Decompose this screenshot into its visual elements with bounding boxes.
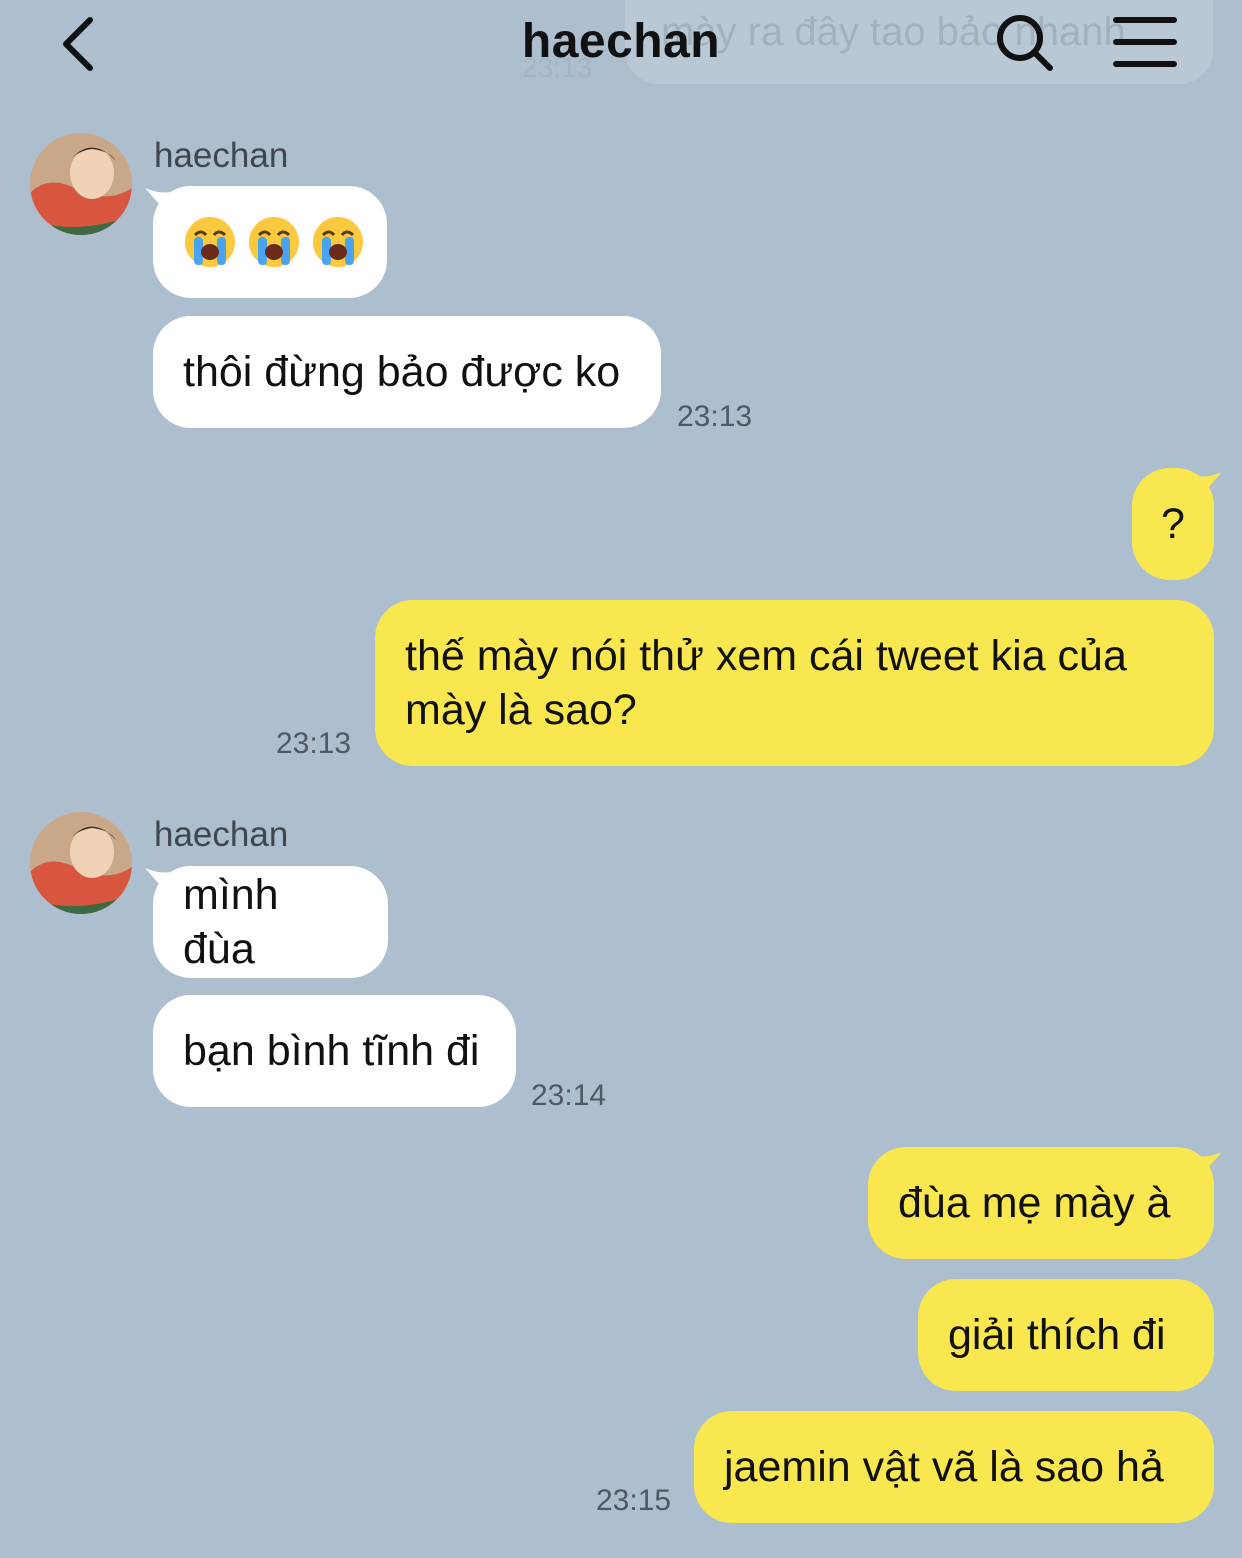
avatar[interactable]: [30, 133, 132, 235]
search-button[interactable]: [992, 10, 1058, 76]
message-bubble[interactable]: [153, 186, 387, 298]
message-text: jaemin vật vã là sao hả: [724, 1443, 1164, 1491]
message-bubble[interactable]: jaemin vật vã là sao hả: [694, 1411, 1214, 1523]
avatar-photo-icon: [30, 133, 132, 235]
message-text: ?: [1161, 500, 1185, 548]
menu-button[interactable]: [1112, 14, 1178, 70]
search-icon: [997, 15, 1053, 71]
message-time: 23:14: [531, 1079, 607, 1112]
message-text: bạn bình tĩnh đi: [183, 1027, 480, 1075]
message-bubble[interactable]: đùa mẹ mày à: [868, 1147, 1214, 1259]
message-text: giải thích đi: [948, 1311, 1166, 1359]
crying-emoji-icon: [313, 217, 363, 267]
avatar-photo-icon: [30, 812, 132, 914]
avatar[interactable]: [30, 812, 132, 914]
message-bubble[interactable]: ?: [1132, 468, 1214, 580]
message-time: 23:15: [596, 1484, 672, 1517]
message-text: đùa mẹ mày à: [898, 1179, 1171, 1227]
message-bubble[interactable]: bạn bình tĩnh đi: [153, 995, 516, 1107]
sender-name: haechan: [154, 136, 289, 175]
sender-name: haechan: [154, 815, 289, 854]
message-time: 23:13: [677, 400, 753, 433]
crying-emoji-icon: [185, 217, 235, 267]
emoji-row: [183, 215, 365, 269]
message-bubble[interactable]: giải thích đi: [918, 1279, 1214, 1391]
message-bubble[interactable]: mình đùa: [153, 866, 388, 978]
chat-header: mày ra đây tao bảo nhanh 23:13 haechan: [0, 0, 1242, 92]
message-time: 23:13: [276, 727, 352, 760]
menu-icon: [1113, 17, 1177, 67]
message-text: mình đùa: [183, 871, 279, 973]
message-text: thôi đừng bảo được ko: [183, 348, 621, 396]
message-bubble[interactable]: thế mày nói thử xem cái tweet kia của mà…: [375, 600, 1214, 766]
message-text: thế mày nói thử xem cái tweet kia của mà…: [405, 632, 1127, 734]
crying-emoji-icon: [249, 217, 299, 267]
message-bubble[interactable]: thôi đừng bảo được ko: [153, 316, 661, 428]
